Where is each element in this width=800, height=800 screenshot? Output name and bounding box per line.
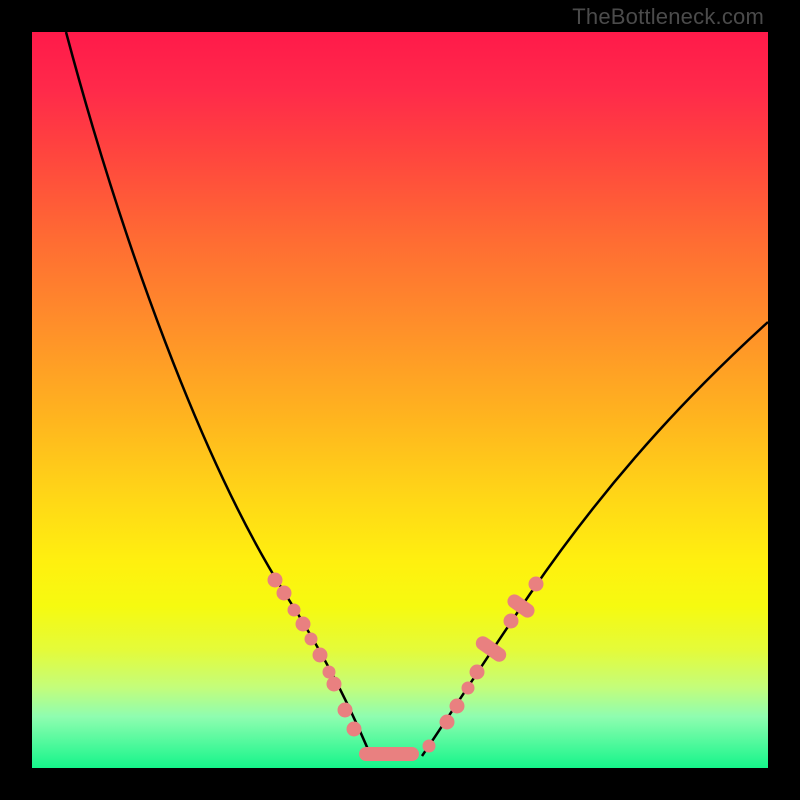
curve-left-curve <box>66 32 370 754</box>
data-marker <box>462 682 474 694</box>
curve-right-curve <box>422 322 768 756</box>
data-marker <box>268 573 282 587</box>
data-marker <box>327 677 341 691</box>
data-marker <box>313 648 327 662</box>
watermark-label: TheBottleneck.com <box>572 4 764 30</box>
data-marker <box>504 614 518 628</box>
data-marker <box>323 666 335 678</box>
data-marker <box>288 604 300 616</box>
data-marker <box>305 633 317 645</box>
data-marker <box>347 722 361 736</box>
chart-svg <box>32 32 768 768</box>
marker-group <box>268 573 543 761</box>
data-marker <box>450 699 464 713</box>
data-marker-pill <box>359 747 419 761</box>
data-marker <box>338 703 352 717</box>
data-marker-pill <box>473 634 509 665</box>
plot-area <box>32 32 768 768</box>
chart-stage: TheBottleneck.com <box>0 0 800 800</box>
data-marker <box>423 740 435 752</box>
curve-group <box>66 32 768 756</box>
data-marker <box>296 617 310 631</box>
data-marker <box>440 715 454 729</box>
data-marker <box>470 665 484 679</box>
data-marker <box>529 577 543 591</box>
data-marker <box>277 586 291 600</box>
